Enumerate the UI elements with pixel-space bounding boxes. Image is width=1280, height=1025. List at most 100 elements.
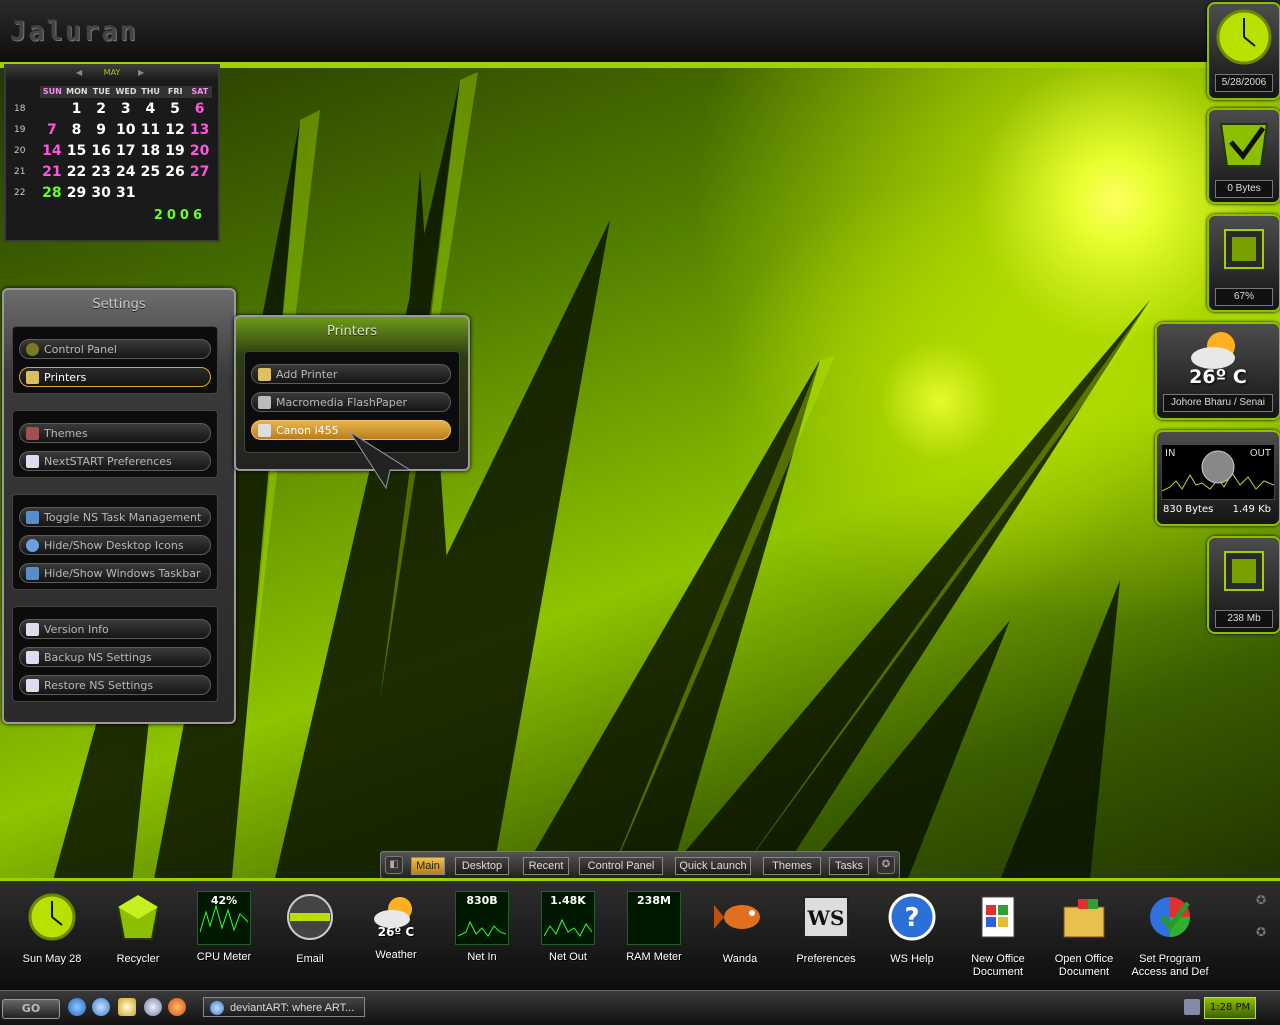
dock-scroll-down-icon[interactable]: ✪ <box>1256 925 1266 939</box>
ram-chip-icon <box>1224 551 1264 591</box>
dock-weather[interactable]: 26º C Weather <box>353 891 439 962</box>
media-player-icon[interactable] <box>144 998 162 1016</box>
add-printer-button[interactable]: Add Printer <box>251 364 451 384</box>
calendar-day[interactable]: 3 <box>113 101 138 117</box>
prev-month-icon[interactable]: ◀ <box>76 66 82 80</box>
calendar-day[interactable]: 18 <box>138 143 163 159</box>
taskbar-window-deviantart[interactable]: deviantART: where ART... <box>203 997 365 1017</box>
start-button[interactable]: GO <box>2 999 60 1019</box>
calendar-day[interactable]: 22 <box>64 164 89 180</box>
tray-network-icon[interactable] <box>1184 999 1200 1015</box>
calendar-day[interactable]: 4 <box>138 101 163 117</box>
nextstart-preferences-button[interactable]: NextSTART Preferences <box>19 451 211 471</box>
weather-widget[interactable]: 26º C Johore Bharu / Senai <box>1155 322 1280 420</box>
dock-new-office-document[interactable]: New Office Document <box>955 891 1041 979</box>
clock-widget[interactable]: 5/28/2006 <box>1207 2 1280 100</box>
explorer-icon[interactable] <box>118 998 136 1016</box>
tab-tasks[interactable]: Tasks <box>829 857 869 875</box>
calendar-day[interactable]: 20 <box>187 143 212 159</box>
tab-themes[interactable]: Themes <box>763 857 821 875</box>
calendar-day[interactable]: 7 <box>40 122 65 138</box>
calendar-day[interactable]: 25 <box>138 164 163 180</box>
week-number: 18 <box>14 103 26 114</box>
calendar-day[interactable]: 6 <box>187 101 212 117</box>
settings-panel: Settings Control Panel Printers Themes N… <box>2 288 236 724</box>
calendar-day[interactable]: 14 <box>40 143 65 159</box>
calendar-day[interactable]: 12 <box>163 122 188 138</box>
preferences-icon <box>26 455 39 468</box>
calendar-day[interactable]: 2 <box>89 101 114 117</box>
backup-settings-button[interactable]: Backup NS Settings <box>19 647 211 667</box>
dock-recycler[interactable]: Recycler <box>95 891 181 966</box>
dow-label: SAT <box>187 86 213 98</box>
calendar-day[interactable]: 28 <box>40 185 65 201</box>
firefox-icon[interactable] <box>168 998 186 1016</box>
printers-button[interactable]: Printers <box>19 367 211 387</box>
calendar-day[interactable]: 1 <box>64 101 89 117</box>
dock-preferences[interactable]: WS Preferences <box>783 891 869 966</box>
calendar-day[interactable]: 11 <box>138 122 163 138</box>
recycler-icon <box>116 895 160 940</box>
dock-net-out[interactable]: 1.48K Net Out <box>525 891 611 964</box>
dock-menu-icon[interactable]: ◧ <box>385 856 403 874</box>
ie-icon[interactable] <box>92 998 110 1016</box>
toggle-task-management-button[interactable]: Toggle NS Task Management <box>19 507 211 527</box>
dock-clock[interactable]: Sun May 28 <box>9 891 95 966</box>
dock-ws-help[interactable]: ? WS Help <box>869 891 955 966</box>
flashpaper-printer-button[interactable]: Macromedia FlashPaper <box>251 392 451 412</box>
calendar-day[interactable]: 29 <box>64 185 89 201</box>
network-widget[interactable]: IN OUT 830 Bytes 1.49 Kb <box>1155 430 1280 526</box>
calendar-day[interactable]: 8 <box>64 122 89 138</box>
ram-widget[interactable]: 238 Mb <box>1207 536 1280 634</box>
restore-settings-button[interactable]: Restore NS Settings <box>19 675 211 695</box>
calendar-day[interactable]: 30 <box>89 185 114 201</box>
dock-set-program-access[interactable]: Set Program Access and Def <box>1127 891 1213 979</box>
calendar-day[interactable]: 26 <box>163 164 188 180</box>
calendar-day[interactable]: 13 <box>187 122 212 138</box>
dock-wanda[interactable]: Wanda <box>697 891 783 966</box>
next-month-icon[interactable]: ▶ <box>138 66 144 80</box>
dock-email[interactable]: Email <box>267 891 353 966</box>
dock-ram-meter[interactable]: 238M RAM Meter <box>611 891 697 964</box>
control-panel-button[interactable]: Control Panel <box>19 339 211 359</box>
taskbar-clock[interactable]: 1:28 PM <box>1204 997 1256 1019</box>
calendar-day[interactable]: 10 <box>113 122 138 138</box>
tab-control-panel[interactable]: Control Panel <box>579 857 663 875</box>
dock-net-in[interactable]: 830B Net In <box>439 891 525 964</box>
calendar-day[interactable]: 19 <box>163 143 188 159</box>
calendar-day[interactable]: 24 <box>113 164 138 180</box>
calendar-day[interactable]: 21 <box>40 164 65 180</box>
tab-desktop[interactable]: Desktop <box>455 857 509 875</box>
restore-settings-label: Restore NS Settings <box>44 679 154 692</box>
calendar-day[interactable]: 9 <box>89 122 114 138</box>
calendar-day[interactable]: 23 <box>89 164 114 180</box>
version-info-label: Version Info <box>44 623 109 636</box>
calendar-day[interactable]: 17 <box>113 143 138 159</box>
dock-scroll-up-icon[interactable]: ✪ <box>1256 893 1266 907</box>
dock-open-office-document[interactable]: Open Office Document <box>1041 891 1127 979</box>
dock-settings-icon[interactable]: ✪ <box>877 856 895 874</box>
recycler-widget[interactable]: 0 Bytes <box>1207 108 1280 204</box>
dock-cpu-meter[interactable]: 42% CPU Meter <box>181 891 267 964</box>
hide-taskbar-button[interactable]: Hide/Show Windows Taskbar <box>19 563 211 583</box>
dock-weather-value: 26º C <box>377 925 415 939</box>
version-info-button[interactable]: Version Info <box>19 619 211 639</box>
calendar-day[interactable]: 15 <box>64 143 89 159</box>
cpu-usage: 67% <box>1215 288 1273 306</box>
calendar-day[interactable]: 27 <box>187 164 212 180</box>
cpu-widget[interactable]: 67% <box>1207 214 1280 312</box>
calendar-day[interactable]: 16 <box>89 143 114 159</box>
tab-main[interactable]: Main <box>411 857 445 875</box>
net-in-value: 830 Bytes <box>1163 504 1214 515</box>
themes-button[interactable]: Themes <box>19 423 211 443</box>
themes-icon <box>26 427 39 440</box>
tab-recent[interactable]: Recent <box>523 857 569 875</box>
tab-quick-launch[interactable]: Quick Launch <box>675 857 751 875</box>
week-number: 20 <box>14 145 26 156</box>
dow-label: WED <box>113 86 139 98</box>
calendar-day[interactable]: 31 <box>113 185 138 201</box>
ie-icon[interactable] <box>68 998 86 1016</box>
calendar-day[interactable]: 5 <box>163 101 188 117</box>
hide-desktop-icons-button[interactable]: Hide/Show Desktop Icons <box>19 535 211 555</box>
toggle-task-management-label: Toggle NS Task Management <box>44 511 202 524</box>
